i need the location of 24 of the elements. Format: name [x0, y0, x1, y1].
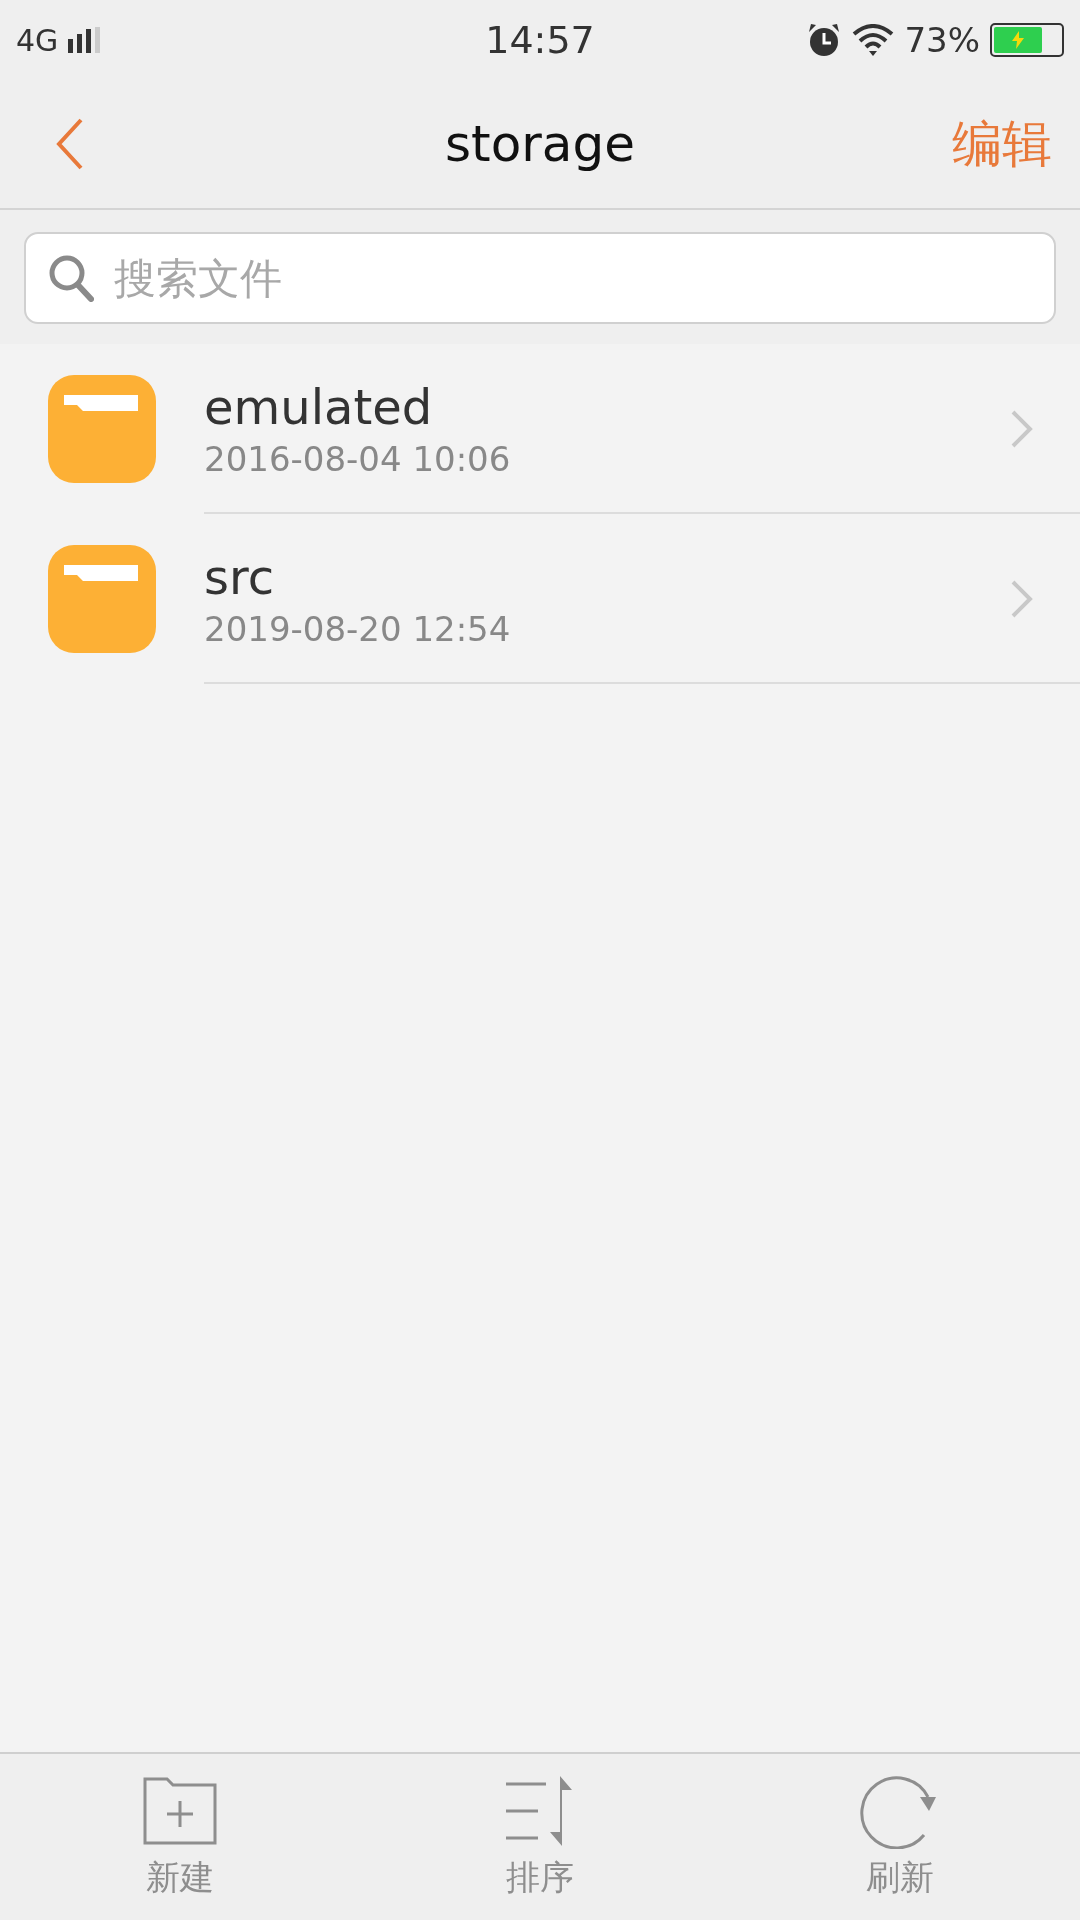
edit-button[interactable]: 编辑: [952, 110, 1052, 178]
file-row[interactable]: emulated 2016-08-04 10:06: [0, 344, 1080, 514]
file-name: emulated: [204, 379, 434, 435]
file-row[interactable]: src 2019-08-20 12:54: [0, 514, 1080, 684]
file-date: 2019-08-20 12:54: [204, 609, 512, 649]
signal-icon: [68, 27, 103, 53]
new-folder-button[interactable]: 新建: [70, 1773, 290, 1901]
search-icon: [48, 254, 94, 302]
battery-icon: [990, 23, 1064, 57]
file-date: 2016-08-04 10:06: [204, 439, 512, 479]
chevron-icon: [1010, 579, 1034, 619]
clock: 14:57: [485, 18, 595, 62]
sort-button[interactable]: 排序: [430, 1773, 650, 1901]
battery-percent: 73%: [904, 20, 980, 60]
search-field[interactable]: 搜索文件: [24, 232, 1056, 324]
file-name: src: [204, 549, 276, 605]
wifi-icon: [852, 24, 895, 56]
back-button[interactable]: [56, 118, 84, 170]
refresh-button[interactable]: 刷新: [790, 1773, 1010, 1901]
folder-icon: [48, 375, 156, 483]
chevron-icon: [1010, 409, 1034, 449]
page-title: storage: [445, 115, 635, 173]
folder-icon: [48, 545, 156, 653]
network-type: 4G: [16, 22, 59, 58]
